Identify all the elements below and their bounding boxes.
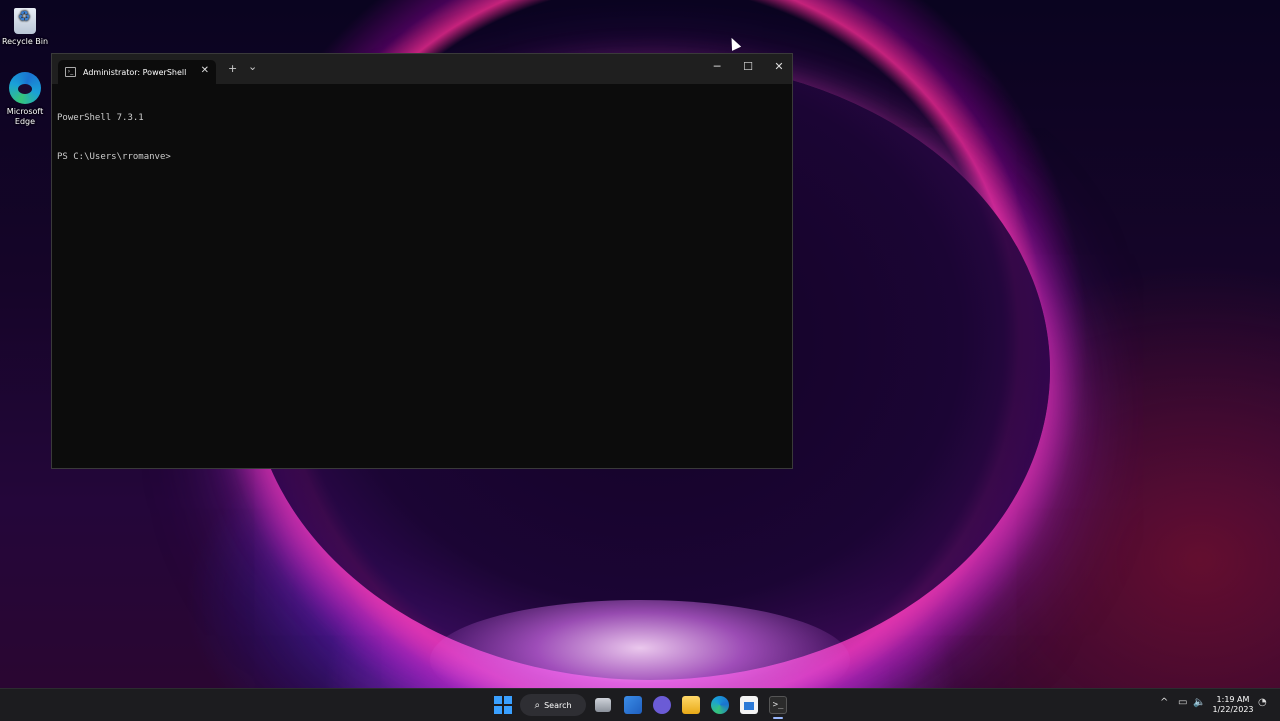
terminal-prompt: PS C:\Users\rromanve>	[57, 152, 171, 162]
minimize-button[interactable]: ─	[707, 60, 727, 76]
search-icon: ⌕	[534, 699, 541, 711]
task-view-icon[interactable]	[595, 698, 611, 712]
desktop-icon-microsoft-edge[interactable]: Microsoft Edge	[0, 72, 50, 127]
volume-icon[interactable]: 🔈	[1193, 697, 1205, 708]
desktop-icon-recycle-bin[interactable]: Recycle Bin	[0, 8, 50, 47]
new-tab-button[interactable]: +	[228, 62, 237, 75]
tab-dropdown-button[interactable]: ⌄	[248, 60, 257, 73]
clock[interactable]: 1:19 AM 1/22/2023	[1210, 695, 1256, 715]
windows-logo-icon	[494, 696, 502, 704]
show-hidden-icons-chevron-icon[interactable]: ^	[1160, 697, 1168, 708]
network-icon[interactable]: ▭	[1178, 697, 1187, 708]
search-button[interactable]: ⌕ Search	[520, 694, 586, 716]
notification-bell-icon[interactable]: ◔	[1258, 697, 1267, 708]
edge-icon	[9, 72, 41, 104]
terminal-output[interactable]: PowerShell 7.3.1 PS C:\Users\rromanve>	[57, 86, 787, 463]
taskbar: ⌕ Search >_ ^ ▭ 🔈 1:19 AM 1/22/2023 ◔	[0, 688, 1280, 721]
tab-powershell[interactable]: ›_ Administrator: PowerShell ✕	[58, 60, 216, 84]
terminal-line: PowerShell 7.3.1	[57, 113, 144, 123]
maximize-button[interactable]: ☐	[738, 60, 758, 76]
close-button[interactable]: ✕	[769, 60, 789, 76]
desktop-icon-label: Microsoft Edge	[6, 107, 44, 126]
active-app-indicator	[773, 717, 783, 719]
terminal-window[interactable]: ›_ Administrator: PowerShell ✕ + ⌄ ─ ☐ ✕…	[51, 53, 793, 469]
terminal-taskbar-icon[interactable]: >_	[769, 696, 787, 714]
powershell-icon: ›_	[65, 67, 76, 77]
desktop-icon-label: Recycle Bin	[1, 37, 49, 46]
chat-icon[interactable]	[653, 696, 671, 714]
widgets-icon[interactable]	[624, 696, 642, 714]
clock-time: 1:19 AM	[1216, 695, 1250, 704]
recycle-bin-icon	[14, 8, 36, 34]
search-label: Search	[544, 700, 572, 710]
mouse-cursor-icon	[727, 35, 742, 51]
microsoft-store-icon[interactable]	[740, 696, 758, 714]
start-button[interactable]	[494, 696, 512, 714]
title-bar[interactable]: ›_ Administrator: PowerShell ✕ + ⌄ ─ ☐ ✕	[52, 54, 792, 84]
clock-date: 1/22/2023	[1212, 705, 1254, 714]
edge-taskbar-icon[interactable]	[711, 696, 729, 714]
tab-close-button[interactable]: ✕	[201, 65, 209, 76]
tab-title: Administrator: PowerShell	[83, 67, 187, 77]
file-explorer-icon[interactable]	[682, 696, 700, 714]
